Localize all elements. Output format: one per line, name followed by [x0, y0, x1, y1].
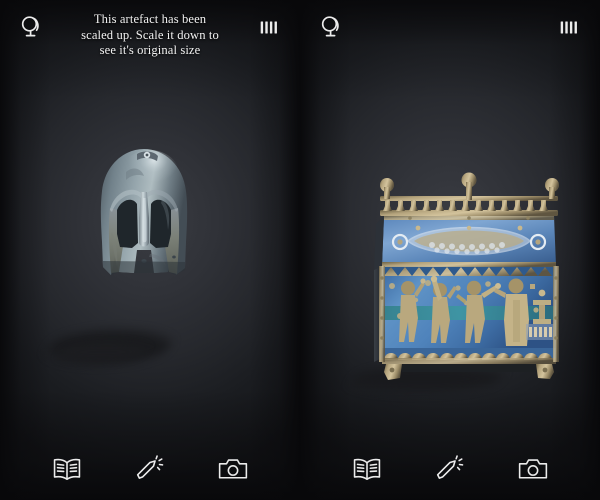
helmet-panel: This artefact has been scaled up. Scale … — [0, 0, 300, 500]
lower-scallop-band — [382, 348, 556, 364]
open-book-icon[interactable] — [344, 449, 390, 489]
open-book-icon[interactable] — [44, 449, 90, 489]
roof-crest — [380, 172, 559, 216]
limoges-enamel-reliquary-chasse[interactable] — [370, 166, 568, 381]
casket-feet — [384, 364, 554, 380]
magic-wand-icon[interactable] — [427, 449, 473, 489]
header-bar-casket — [300, 0, 600, 74]
zigzag-band — [382, 266, 556, 276]
roof-enamel-panel — [382, 216, 556, 266]
globe-on-stand-icon[interactable] — [14, 10, 48, 44]
ar-artefact-viewer: This artefact has been scaled up. Scale … — [0, 0, 600, 500]
camera-icon[interactable] — [210, 449, 256, 489]
scale-hint-line-2: scaled up. Scale it down to — [81, 27, 219, 42]
scale-bars-icon[interactable] — [552, 10, 586, 44]
scale-hint-message: This artefact has been scaled up. Scale … — [48, 10, 252, 59]
artefact-stage-casket[interactable] — [300, 0, 600, 500]
header-bar-helmet: This artefact has been scaled up. Scale … — [0, 0, 300, 74]
artefact-stage-helmet[interactable] — [0, 0, 300, 500]
bottom-toolbar-casket — [300, 438, 600, 500]
body-enamel-panel — [382, 275, 556, 348]
scale-hint-line-1: This artefact has been — [93, 12, 207, 26]
scale-hint-line-3: see it's original size — [99, 43, 201, 57]
camera-icon[interactable] — [510, 449, 556, 489]
bottom-toolbar-helmet — [0, 438, 300, 500]
magic-wand-icon[interactable] — [127, 449, 173, 489]
bronze-corinthian-helmet[interactable] — [88, 146, 200, 281]
casket-panel — [300, 0, 600, 500]
scale-bars-icon[interactable] — [252, 10, 286, 44]
globe-on-stand-icon[interactable] — [314, 10, 348, 44]
inscription — [526, 324, 554, 340]
